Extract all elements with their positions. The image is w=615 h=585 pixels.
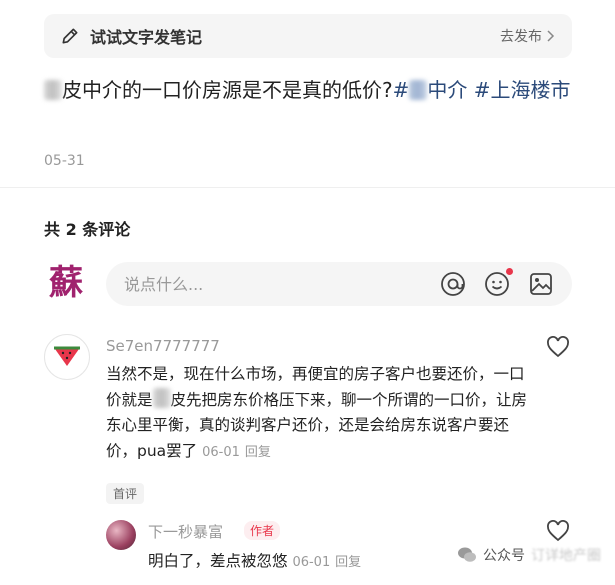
heart-icon[interactable] (546, 520, 570, 542)
comment-text: 当然不是，现在什么市场，再便宜的房子客户也要还价，一口价就是 皮先把房东价格压下来… (106, 365, 528, 460)
reply-link[interactable]: 回复 (335, 555, 361, 570)
pen-icon (62, 28, 78, 44)
post-title: 皮中介的一口价房源是不是真的低价? (62, 78, 393, 102)
write-note-bar[interactable]: 试试文字发笔记 去发布 (44, 14, 572, 58)
hashtag-link[interactable]: #上海楼市 (474, 78, 571, 102)
comment-date: 06-01 (202, 444, 240, 460)
publish-link[interactable]: 去发布 (500, 26, 556, 46)
my-avatar[interactable]: 蘇 (46, 262, 86, 304)
reply-text: 明白了，差点被忽悠 06-01 回复 (148, 552, 362, 570)
commenter-avatar[interactable] (44, 334, 90, 380)
comment-input[interactable] (124, 274, 422, 294)
write-note-label: 试试文字发笔记 (90, 28, 203, 47)
publish-label: 去发布 (500, 29, 542, 45)
image-icon[interactable] (528, 271, 554, 297)
comment-input-bar[interactable] (106, 262, 572, 306)
author-badge: 作者 (244, 521, 281, 540)
replier-avatar[interactable] (106, 520, 136, 550)
commenter-username[interactable]: Se7en7777777 (106, 337, 220, 355)
reply-link[interactable]: 回复 (245, 445, 271, 460)
blurred-text (409, 80, 428, 100)
comment-count: 共 2 条评论 (44, 220, 131, 239)
watermark-name: 订详地产圈 (531, 548, 601, 564)
watermark-label: 公众号 (483, 548, 525, 564)
divider (0, 187, 615, 188)
emoji-button[interactable] (484, 268, 513, 297)
chevron-right-icon (547, 30, 555, 42)
reply-date: 06-01 (292, 555, 331, 570)
replier-username[interactable]: 下一秒暴富 (148, 521, 223, 542)
blurred-text (152, 387, 171, 408)
emoji-icon (485, 272, 509, 296)
hashtag-link[interactable]: # 中介 (393, 78, 468, 102)
at-icon[interactable] (440, 271, 466, 297)
blurred-text (44, 80, 62, 100)
watermelon-avatar-icon (54, 346, 80, 366)
notification-dot (506, 268, 513, 275)
heart-icon[interactable] (546, 336, 570, 358)
post-date: 05-31 (44, 153, 85, 169)
first-comment-badge: 首评 (106, 483, 145, 504)
watermark: 公众号 订详地产圈 (457, 545, 601, 565)
wechat-icon (458, 547, 476, 562)
post-text: 皮中介的一口价房源是不是真的低价?# 中介 #上海楼市 (44, 74, 584, 107)
